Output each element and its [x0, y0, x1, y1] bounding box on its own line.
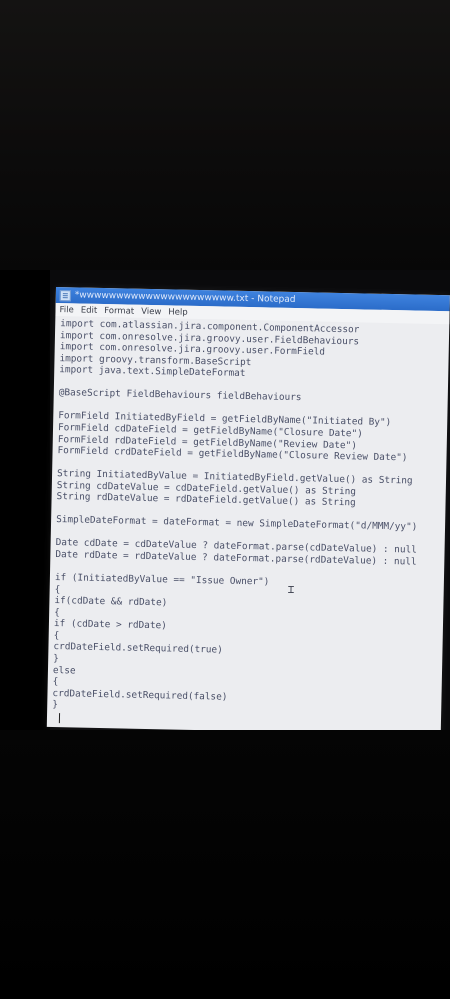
- menu-edit[interactable]: Edit: [81, 305, 98, 315]
- code-line: {: [54, 583, 61, 595]
- photo-background-top: [0, 0, 450, 270]
- menu-view[interactable]: View: [141, 306, 161, 316]
- menu-help[interactable]: Help: [168, 307, 188, 317]
- code-line: }: [52, 699, 59, 711]
- code-line: {: [54, 606, 60, 618]
- notepad-icon: [59, 289, 71, 301]
- code-line: {: [53, 629, 60, 641]
- i-beam-cursor-icon: ⌶: [287, 582, 295, 597]
- menu-format[interactable]: Format: [104, 306, 134, 317]
- code-line: @BaseScript FieldBehaviours fieldBehavio…: [58, 387, 302, 404]
- code-line: crdDateField.setRequired(false): [52, 687, 228, 703]
- window-title: *wwwwwwwwwwwwwwwwwwwww.txt - Notepad: [74, 290, 296, 306]
- code-line: SimpleDateFormat = dateFormat = new Simp…: [56, 514, 418, 533]
- code-line: crdDateField.setRequired(true): [53, 641, 223, 656]
- code-line: {: [52, 676, 59, 688]
- text-cursor: [58, 713, 61, 724]
- code-line: if (cdDate > rdDate): [53, 618, 167, 632]
- photo-background-bottom: [0, 730, 450, 999]
- notepad-window: *wwwwwwwwwwwwwwwwwwwww.txt - Notepad Fil…: [46, 287, 450, 736]
- text-editor-area[interactable]: import com.atlassian.jira.component.Comp…: [47, 316, 450, 735]
- menu-file[interactable]: File: [59, 305, 73, 315]
- code-line: if(cdDate && rdDate): [54, 595, 168, 609]
- code-line: if (InitiatedByValue == "Issue Owner"): [54, 572, 270, 588]
- code-line: }: [53, 652, 59, 665]
- code-line: else: [52, 664, 76, 676]
